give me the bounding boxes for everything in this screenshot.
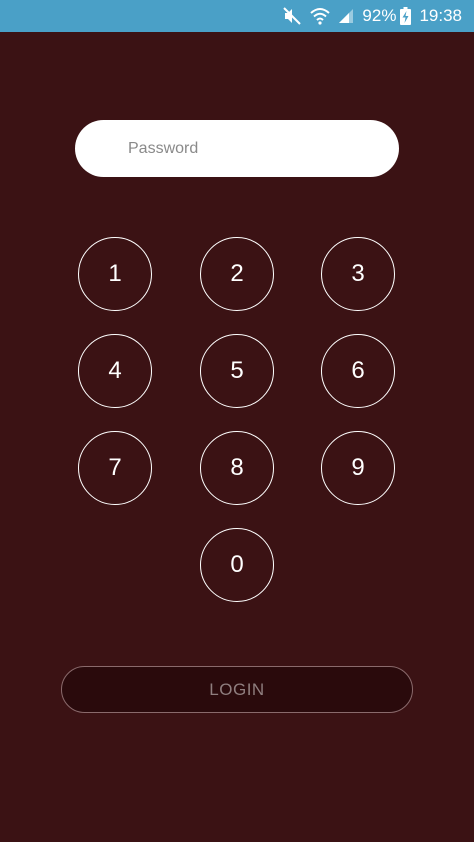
- key-7[interactable]: 7: [78, 431, 152, 505]
- keypad: 1 2 3 4 5 6 7 8 9 0: [0, 0, 474, 842]
- key-0[interactable]: 0: [200, 528, 274, 602]
- login-button[interactable]: LOGIN: [61, 666, 413, 713]
- key-6[interactable]: 6: [321, 334, 395, 408]
- key-2[interactable]: 2: [200, 237, 274, 311]
- key-1[interactable]: 1: [78, 237, 152, 311]
- key-8[interactable]: 8: [200, 431, 274, 505]
- key-9[interactable]: 9: [321, 431, 395, 505]
- key-4[interactable]: 4: [78, 334, 152, 408]
- key-5[interactable]: 5: [200, 334, 274, 408]
- key-3[interactable]: 3: [321, 237, 395, 311]
